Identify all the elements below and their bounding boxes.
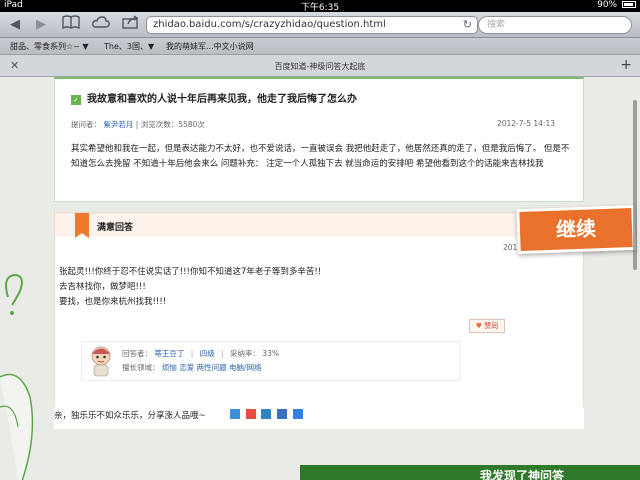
answer-body: 张起灵!!!你终于忍不住说实话了!!!你知不知道这7年老子等到多辛苦!! 去吉林… xyxy=(59,265,321,310)
adopt-rate-label: 采纳率： xyxy=(230,349,261,358)
expertise-link[interactable]: 电脑/网络 xyxy=(229,363,262,372)
bookmark-item[interactable]: The、3国、▼ xyxy=(104,41,154,52)
answerer-line: 回答者： 蒂王豆丁 | 四级 | 采纳率： 33% xyxy=(122,348,279,359)
question-mark-icon: ✓ xyxy=(71,95,81,105)
web-page: ✓ 我故意和喜欢的人说十年后再来见我，他走了我后悔了怎么办 提问者： 紫尹若月 |… xyxy=(0,77,640,480)
answerer-info: 回答者： 蒂王豆丁 | 四级 | 采纳率： 33% 擅长领域： 烦恼 恋爱 两性… xyxy=(81,341,461,381)
url-text: zhidao.baidu.com/s/crazyzhidao/question.… xyxy=(153,19,386,30)
question-body: 其实希望他和我在一起，但是表达能力不太好，也不爱说话，一直被误会 我把他赶走了，… xyxy=(71,144,570,169)
bookmarks-bar: 甜品、零食系列☆~ ▼ The、3国、▼ 我的萌妹军...中文小说网 xyxy=(0,38,640,55)
renren-share-icon[interactable] xyxy=(277,409,288,419)
expertise-link[interactable]: 烦恼 xyxy=(162,363,177,372)
best-answer-card: 满意回答 2012-7-5 23:00 张起灵!!!你终于忍不住说实话了!!!你… xyxy=(54,212,584,420)
question-meta: 提问者： 紫尹若月 | 浏览次数：5580次 xyxy=(71,119,205,130)
expertise-link[interactable]: 两性问题 xyxy=(197,363,227,372)
answerer-link[interactable]: 蒂王豆丁 xyxy=(154,349,184,358)
scrollbar[interactable] xyxy=(633,100,637,270)
battery-percent: 90% xyxy=(597,0,618,10)
bottom-banner: 我发现了神问答 xyxy=(300,465,640,480)
share-text: 亲，独乐乐不如众乐乐，分享涨人品哦~ xyxy=(54,411,206,421)
back-icon[interactable]: ◀ xyxy=(4,15,26,35)
separator: | xyxy=(221,349,224,358)
search-input[interactable]: 搜索 xyxy=(478,16,632,34)
tencent-weibo-share-icon[interactable] xyxy=(261,409,272,419)
browser-toolbar: ◀ ▶ zhidao.baidu.com/s/crazyzhidao/quest… xyxy=(0,12,640,38)
answer-line: 张起灵!!!你终于忍不住说实话了!!!你知不知道这7年老子等到多辛苦!! xyxy=(59,267,322,277)
answer-header: 满意回答 xyxy=(55,213,583,238)
question-card: ✓ 我故意和喜欢的人说十年后再来见我，他走了我后悔了怎么办 提问者： 紫尹若月 |… xyxy=(54,77,584,202)
url-field[interactable]: zhidao.baidu.com/s/crazyzhidao/question.… xyxy=(146,16,478,34)
status-bar: iPad 下午6:35 90% xyxy=(0,0,640,13)
tab-title[interactable]: 百度知道-神级问答大起底 xyxy=(0,61,640,72)
thumbs-up-icon: ♥ xyxy=(475,322,483,330)
expertise-label: 擅长领域： xyxy=(122,363,160,372)
separator: | xyxy=(190,349,194,358)
forward-icon[interactable]: ▶ xyxy=(30,15,52,35)
asker-label: 提问者： xyxy=(71,120,101,129)
avatar[interactable] xyxy=(86,345,116,377)
like-label: 赞同 xyxy=(484,322,499,330)
answer-line: 去吉林找你，做梦吧!!! xyxy=(59,282,146,292)
share-icons xyxy=(230,409,306,421)
answer-header-label: 满意回答 xyxy=(97,223,134,233)
answer-line: 要找，也是你来杭州找我!!!! xyxy=(59,297,167,307)
expertise-line: 擅长领域： 烦恼 恋爱 两性问题 电脑/网络 xyxy=(122,362,262,373)
view-count: | 浏览次数：5580次 xyxy=(135,120,205,129)
doodle-decoration xyxy=(0,273,34,480)
reload-icon[interactable]: ↻ xyxy=(463,17,472,33)
asker-link[interactable]: 紫尹若月 xyxy=(103,120,133,129)
cloud-icon[interactable] xyxy=(90,15,112,35)
share-row: 亲，独乐乐不如众乐乐，分享涨人品哦~ xyxy=(54,407,584,429)
question-title-text: 我故意和喜欢的人说十年后再来见我，他走了我后悔了怎么办 xyxy=(87,94,357,105)
like-button[interactable]: ♥ 赞同 xyxy=(469,319,505,333)
bookmark-item[interactable]: 我的萌妹军...中文小说网 xyxy=(166,41,254,52)
expertise-link[interactable]: 恋爱 xyxy=(179,363,194,372)
bookmark-item[interactable]: 甜品、零食系列☆~ ▼ xyxy=(10,41,89,52)
continue-button[interactable]: 继续 xyxy=(516,204,636,255)
question-date: 2012-7-5 14:13 xyxy=(496,119,555,128)
bookmarks-book-icon[interactable] xyxy=(60,15,82,35)
battery-indicator: 90% xyxy=(597,0,636,10)
adopt-rate: 33% xyxy=(262,349,280,358)
share-icon[interactable] xyxy=(120,15,142,35)
question-title: ✓ 我故意和喜欢的人说十年后再来见我，他走了我后悔了怎么办 xyxy=(71,90,357,105)
qzone-share-icon[interactable] xyxy=(230,409,240,419)
new-tab-icon[interactable]: + xyxy=(620,57,632,73)
more-share-icon[interactable] xyxy=(292,409,303,419)
battery-icon xyxy=(622,1,636,8)
ribbon-badge-icon xyxy=(75,213,89,238)
weibo-share-icon[interactable] xyxy=(245,409,256,419)
answerer-label: 回答者： xyxy=(122,349,152,358)
answerer-level[interactable]: 四级 xyxy=(200,349,215,358)
search-placeholder: 搜索 xyxy=(487,20,506,30)
tab-bar: ✕ 百度知道-神级问答大起底 + xyxy=(0,55,640,77)
